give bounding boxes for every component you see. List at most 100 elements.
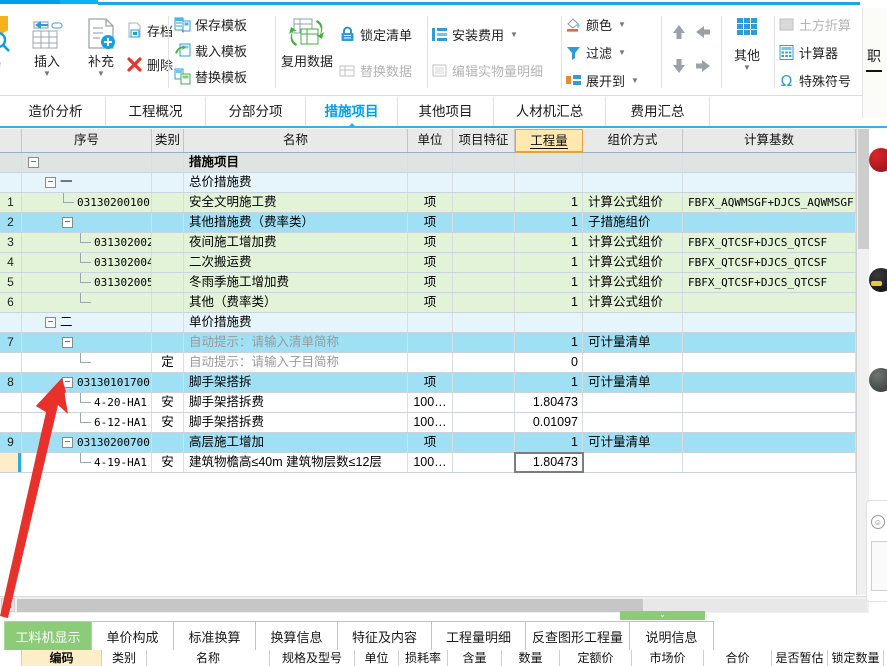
table-row[interactable]: 4-20-HA1 安脚手架搭拆费 100… 1.80473 (0, 393, 868, 413)
col-header-rownum[interactable] (0, 129, 22, 152)
cell-price-mode[interactable] (583, 353, 683, 372)
cell-calc-base[interactable]: FBFX_QTCSF+DJCS_QTCSF (683, 253, 856, 272)
bcol-quota-price[interactable]: 定额价 (560, 650, 632, 666)
cell-quantity[interactable]: 0.01097 (515, 413, 583, 432)
table-row[interactable]: 2 − 其他措施费（费率类）项 1 子措施组价 (0, 213, 868, 233)
cell-category[interactable]: 安 (152, 413, 184, 432)
cell-unit[interactable]: 100… (408, 413, 453, 432)
replace-template-button[interactable]: 替换模板 (174, 64, 247, 88)
cell-category[interactable]: 安 (152, 453, 184, 472)
cell-quantity[interactable]: 1.80473 (514, 452, 584, 473)
chevron-down-icon[interactable]: ▼ (78, 70, 124, 78)
cell-quantity[interactable]: 1 (515, 253, 583, 272)
cell-seq[interactable]: 4-19-HA1 (22, 453, 152, 472)
tab-qitaxiangmu[interactable]: 其他项目 (398, 97, 494, 126)
chevron-down-icon[interactable]: ▼ (510, 30, 518, 39)
cell-price-mode[interactable]: 计算公式组价 (583, 293, 683, 312)
col-header-category[interactable]: 类别 (152, 129, 184, 152)
cell-name[interactable]: 脚手架搭拆 (184, 373, 408, 392)
table-row[interactable]: 5 031302005… 冬雨季施工增加费项 1计算公式组价FBFX_QTCSF+DJ… (0, 273, 868, 293)
bcol-market-price[interactable]: 市场价 (632, 650, 704, 666)
cell-price-mode[interactable]: 计算公式组价 (583, 233, 683, 252)
table-row[interactable]: 3 031302002… 夜间施工增加费项 1计算公式组价FBFX_QTCSF+DJC… (0, 233, 868, 253)
col-header-base[interactable]: 计算基数 (683, 129, 856, 152)
bcol-lock-qty[interactable]: 锁定数量 (828, 650, 884, 666)
cell-quantity[interactable] (515, 153, 583, 172)
table-row[interactable]: 4 031302004… 二次搬运费项 1计算公式组价FBFX_QTCSF+DJCS_… (0, 253, 868, 273)
tree-collapse-toggle[interactable]: − (62, 437, 73, 448)
cell-rownum[interactable] (0, 413, 22, 432)
cell-category[interactable] (152, 313, 184, 332)
avatar[interactable] (869, 268, 887, 292)
chevron-down-icon[interactable]: ▼ (618, 20, 626, 29)
table-row[interactable]: 7 − 自动提示：请输入清单简称 1 可计量清单 (0, 333, 868, 353)
col-header-seq[interactable]: 序号 (22, 129, 152, 152)
cell-calc-base[interactable]: FBFX_QTCSF+DJCS_QTCSF (683, 233, 856, 252)
cell-seq[interactable]: 031302004… (22, 253, 152, 272)
cell-price-mode[interactable] (583, 173, 683, 192)
cell-rownum[interactable]: 3 (0, 233, 22, 252)
cell-calc-base[interactable] (683, 313, 856, 332)
cell-name[interactable]: 其他（费率类） (184, 293, 408, 312)
cell-category[interactable] (152, 333, 184, 352)
cell-quantity[interactable]: 1 (515, 433, 583, 452)
cell-category[interactable] (152, 293, 184, 312)
cell-quantity[interactable]: 1 (515, 293, 583, 312)
cell-name[interactable]: 自动提示：请输入子目简称 (184, 353, 408, 372)
chevron-down-icon[interactable]: ▼ (618, 48, 626, 57)
btab-gongliaojixianshi[interactable]: 工料机显示 (4, 621, 92, 652)
tab-feiyonghuizong[interactable]: 费用汇总 (606, 97, 710, 126)
cell-seq[interactable]: − (22, 333, 152, 352)
tab-fenbufenxiang[interactable]: 分部分项 (206, 97, 306, 126)
col-header-pricemode[interactable]: 组价方式 (583, 129, 683, 152)
cell-price-mode[interactable] (583, 313, 683, 332)
table-row[interactable]: − 措施项目 (0, 153, 868, 173)
left-arrow-icon[interactable] (693, 22, 713, 42)
cell-unit[interactable]: 项 (408, 213, 453, 232)
tree-collapse-toggle[interactable]: − (28, 157, 39, 168)
tab-zaojiafenxi[interactable]: 造价分析 (6, 97, 106, 126)
cell-category[interactable] (152, 193, 184, 212)
cell-quantity[interactable]: 1.80473 (515, 393, 583, 412)
cell-feature[interactable] (453, 353, 515, 372)
table-row[interactable]: 1 031302001001 安全文明施工费项 1 计算公式组价 FBFX_AQWMSGF… (0, 193, 868, 213)
bcol-rownum[interactable] (0, 650, 22, 666)
cell-rownum[interactable]: 8 (0, 373, 22, 392)
install-fee-button[interactable]: 安装费用 ▼ (431, 22, 518, 46)
cell-seq[interactable] (22, 293, 152, 312)
cell-quantity[interactable] (515, 173, 583, 192)
col-header-feature[interactable]: 项目特征 (453, 129, 515, 152)
tab-gongchenggaikuang[interactable]: 工程概况 (106, 97, 206, 126)
cell-unit[interactable]: 100… (408, 393, 453, 412)
cell-unit[interactable] (408, 173, 453, 192)
other-button[interactable]: 其他 ▼ (724, 14, 770, 72)
cell-category[interactable] (152, 433, 184, 452)
btab-huansuanxinxi[interactable]: 换算信息 (256, 621, 338, 652)
avatar[interactable] (869, 148, 887, 172)
bcol-spec[interactable]: 规格及型号 (270, 650, 355, 666)
cell-calc-base[interactable] (683, 353, 856, 372)
cell-name[interactable]: 单价措施费 (184, 313, 408, 332)
table-row[interactable]: − 二 单价措施费 (0, 313, 868, 333)
bcol-name[interactable]: 名称 (147, 650, 270, 666)
tree-collapse-toggle[interactable]: − (62, 217, 73, 228)
cell-price-mode[interactable]: 可计量清单 (583, 433, 683, 452)
cell-calc-base[interactable] (683, 173, 856, 192)
cell-category[interactable] (152, 213, 184, 232)
cell-category[interactable] (152, 233, 184, 252)
cell-category[interactable] (152, 273, 184, 292)
cell-quantity[interactable]: 1 (515, 193, 583, 212)
grid-horizontal-scrollbar[interactable]: ◀ (0, 596, 869, 613)
bcol-quantity[interactable]: 数量 (502, 650, 560, 666)
chevron-down-icon[interactable]: ▼ (724, 64, 770, 72)
tree-collapse-toggle[interactable]: − (45, 177, 56, 188)
cell-unit[interactable]: 100… (408, 453, 453, 472)
cell-unit[interactable]: 项 (408, 373, 453, 392)
cell-seq[interactable]: 031302001001 (22, 193, 152, 212)
cell-name[interactable]: 夜间施工增加费 (184, 233, 408, 252)
cell-category[interactable]: 定 (152, 353, 184, 372)
cell-name[interactable]: 高层施工增加 (184, 433, 408, 452)
tab-rencaijihuizong[interactable]: 人材机汇总 (494, 97, 606, 126)
table-row[interactable]: − 一 总价措施费 (0, 173, 868, 193)
cell-name[interactable]: 措施项目 (184, 153, 408, 172)
